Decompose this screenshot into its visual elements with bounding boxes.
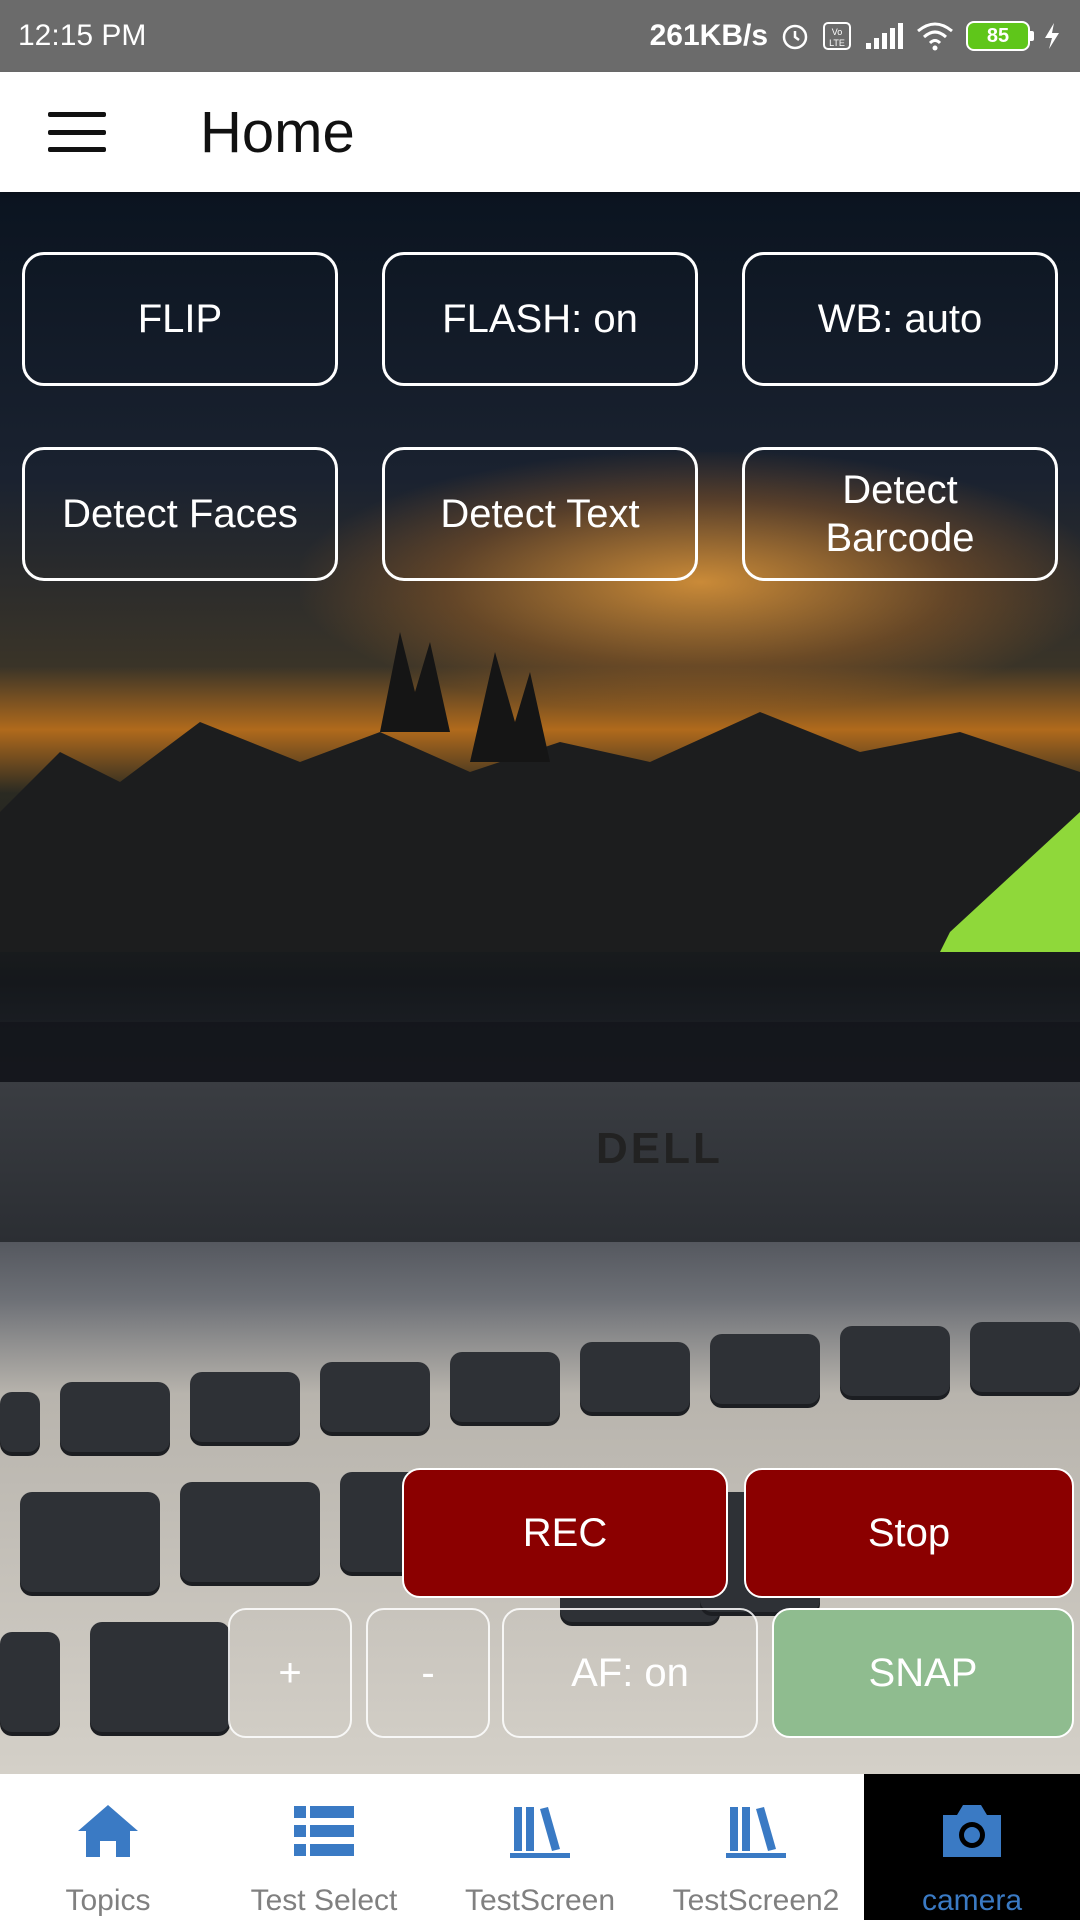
battery-icon: 85	[966, 21, 1034, 51]
nav-item-test-select[interactable]: Test Select	[216, 1774, 432, 1920]
nav-item-topics[interactable]: Topics	[0, 1774, 216, 1920]
white-balance-button[interactable]: WB: auto	[742, 252, 1058, 386]
stop-button[interactable]: Stop	[744, 1468, 1074, 1598]
detect-text-button[interactable]: Detect Text	[382, 447, 698, 581]
camera-scene-logo: DELL	[596, 1124, 723, 1173]
camera-scene-taskbar	[0, 1022, 1080, 1082]
camera-scene-mountains	[0, 632, 1080, 952]
white-balance-button-label: WB: auto	[817, 297, 983, 341]
autofocus-button[interactable]: AF: on	[502, 1608, 758, 1738]
status-icons: 261KB/s Vo LTE 85	[650, 19, 1062, 53]
flip-button-label: FLIP	[137, 297, 223, 341]
nav-label-testscreen: TestScreen	[464, 1884, 616, 1917]
zoom-out-label: -	[421, 1650, 435, 1695]
detect-barcode-label: Detect Barcode	[825, 468, 975, 560]
snap-button[interactable]: SNAP	[772, 1608, 1074, 1738]
zoom-in-button[interactable]: +	[228, 1608, 352, 1738]
camera-scene-bezel	[0, 1082, 1080, 1242]
nav-label-topics: Topics	[65, 1884, 151, 1917]
record-button-label: REC	[522, 1510, 608, 1555]
network-speed: 261KB/s	[649, 19, 768, 52]
nav-label-testscreen2: TestScreen2	[672, 1884, 840, 1917]
nav-item-testscreen[interactable]: TestScreen	[432, 1774, 648, 1920]
nav-item-testscreen2[interactable]: TestScreen2	[648, 1774, 864, 1920]
nav-item-camera[interactable]: camera	[864, 1774, 1080, 1920]
list-icon	[294, 1806, 354, 1856]
nav-label-camera: camera	[921, 1884, 1023, 1917]
stop-button-label: Stop	[867, 1510, 951, 1555]
camera-preview[interactable]: DELL FLIP FLASH: on WB: auto Detect Face…	[0, 192, 1080, 1774]
autofocus-label: AF: on	[571, 1650, 689, 1695]
detect-text-label: Detect Text	[440, 492, 640, 536]
svg-text:Vo: Vo	[832, 27, 843, 37]
record-button[interactable]: REC	[402, 1468, 728, 1598]
detect-faces-button[interactable]: Detect Faces	[22, 447, 338, 581]
detect-barcode-button[interactable]: Detect Barcode	[742, 447, 1058, 581]
app-bar: Home	[0, 72, 1080, 192]
zoom-out-button[interactable]: -	[366, 1608, 490, 1738]
flash-button[interactable]: FLASH: on	[382, 252, 698, 386]
charging-icon	[1045, 23, 1059, 49]
flip-button[interactable]: FLIP	[22, 252, 338, 386]
status-time: 12:15 PM	[18, 19, 147, 52]
battery-level: 85	[986, 24, 1010, 47]
alarm-icon	[782, 24, 808, 50]
zoom-in-label: +	[278, 1650, 302, 1695]
status-bar: 12:15 PM 261KB/s Vo LTE 85	[0, 0, 1080, 72]
signal-icon	[866, 23, 903, 49]
nav-label-test-select: Test Select	[250, 1884, 398, 1917]
library-icon	[510, 1807, 570, 1858]
page-title: Home	[200, 99, 355, 165]
flash-button-label: FLASH: on	[442, 297, 638, 341]
camera-icon	[943, 1805, 1001, 1857]
volte-icon: Vo LTE	[823, 22, 851, 50]
svg-text:LTE: LTE	[829, 38, 845, 48]
detect-faces-label: Detect Faces	[62, 492, 298, 536]
library-icon	[726, 1807, 786, 1858]
home-icon	[78, 1805, 138, 1857]
snap-button-label: SNAP	[868, 1650, 978, 1695]
wifi-icon	[917, 22, 953, 51]
hamburger-menu-icon[interactable]	[48, 112, 106, 152]
bottom-navigation: Topics Test Select TestScreen TestScreen…	[0, 1774, 1080, 1920]
